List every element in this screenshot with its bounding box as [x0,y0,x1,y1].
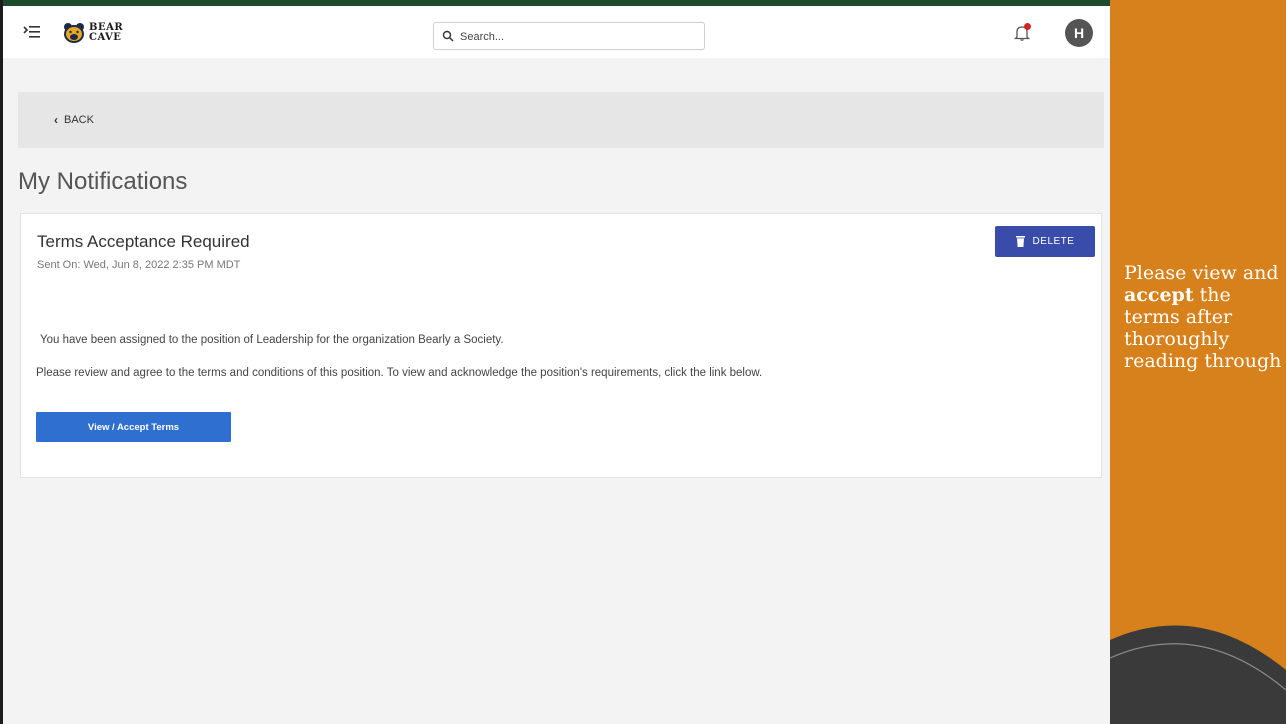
search-icon [442,30,454,42]
instruction-text-bold: accept [1124,284,1194,306]
back-bar: ‹ BACK [18,92,1104,148]
notification-message-1: You have been assigned to the position o… [40,334,504,346]
bear-logo-icon [64,23,84,43]
decorative-swoosh [1110,625,1286,724]
notification-title: Terms Acceptance Required [37,232,250,251]
notification-card: Terms Acceptance Required Sent On: Wed, … [20,213,1102,478]
screenshot-frame: BEAR CAVE H ‹ BACK My Notifications Term… [0,0,1110,724]
delete-button[interactable]: DELETE [995,226,1095,257]
logo-text: BEAR CAVE [89,23,123,43]
instruction-text-start: Please view and [1124,262,1279,284]
instruction-text: Please view and accept the terms after t… [1124,262,1284,372]
notification-indicator [1024,23,1031,30]
trash-icon [1015,236,1025,247]
page-title: My Notifications [18,168,188,195]
notification-sent-date: Sent On: Wed, Jun 8, 2022 2:35 PM MDT [37,259,241,271]
search-input[interactable] [458,26,702,48]
app-header: BEAR CAVE H [3,6,1110,58]
user-avatar[interactable]: H [1065,19,1093,47]
search-box[interactable] [433,22,705,50]
back-button[interactable]: ‹ BACK [54,113,94,127]
delete-label: DELETE [1032,236,1075,247]
notification-message-2: Please review and agree to the terms and… [36,367,763,379]
logo-line-2: CAVE [89,32,122,43]
instruction-panel: Please view and accept the terms after t… [1110,0,1286,724]
bear-cave-logo[interactable]: BEAR CAVE [63,18,123,48]
back-label: BACK [64,114,94,126]
view-accept-terms-button[interactable]: View / Accept Terms [36,412,231,442]
menu-toggle-icon[interactable] [23,24,41,40]
chevron-left-icon: ‹ [54,113,58,127]
